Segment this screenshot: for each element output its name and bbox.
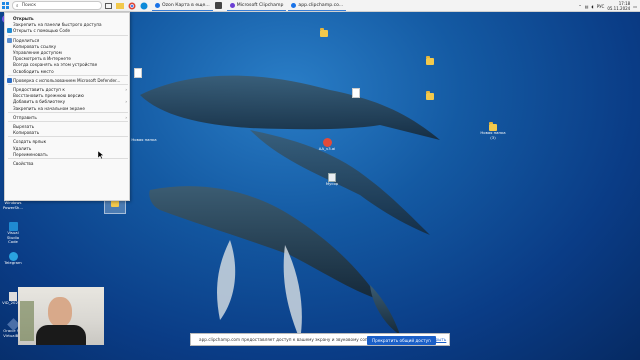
desktop-folder-new[interactable]: Новая папка (3) bbox=[478, 122, 508, 140]
task-label: Microsoft Clipchamp bbox=[236, 2, 284, 8]
menu-separator bbox=[8, 136, 128, 138]
clipchamp-icon bbox=[229, 2, 235, 8]
system-tray: ⌃ ▤ ◖ РУС 17:18 05.11.2024 ▭ bbox=[578, 0, 637, 12]
folder-icon bbox=[489, 122, 497, 131]
context-menu-item[interactable]: Проверка с использованием Microsoft Defe… bbox=[5, 77, 131, 84]
menu-separator bbox=[8, 111, 128, 113]
code-icon bbox=[7, 28, 12, 34]
desktop-file-white[interactable] bbox=[352, 88, 360, 98]
menu-separator bbox=[8, 84, 128, 85]
context-menu-item[interactable]: Закрепить на начальном экране bbox=[5, 105, 131, 112]
chevron-right-icon: › bbox=[125, 114, 127, 120]
taskbar-search[interactable]: ⌕ Поиск bbox=[12, 1, 102, 10]
context-menu-label: Отправить bbox=[13, 114, 37, 120]
desktop-folder-b[interactable] bbox=[426, 91, 434, 100]
context-menu-label: Копировать bbox=[13, 130, 40, 136]
context-menu-label: Открыть с помощью Code bbox=[13, 28, 71, 34]
menu-separator bbox=[8, 74, 128, 76]
context-menu-label: Свойства bbox=[13, 161, 34, 166]
desktop-folder-new2[interactable]: Новая папка bbox=[130, 137, 158, 143]
context-menu-item[interactable]: Открыть с помощью Code bbox=[5, 27, 131, 34]
language-indicator[interactable]: РУС bbox=[597, 4, 605, 9]
context-menu: Открыть Закрепить на панели быстрого дост… bbox=[4, 12, 130, 201]
clock-date: 05.11.2024 bbox=[607, 6, 631, 11]
context-menu-item[interactable]: Копировать bbox=[5, 129, 131, 136]
context-menu-label: Переименовать bbox=[13, 151, 48, 157]
folder-icon bbox=[426, 56, 434, 65]
context-menu-item[interactable]: Освободить место bbox=[5, 68, 131, 75]
context-menu-item[interactable]: Переименовать bbox=[5, 151, 131, 158]
search-placeholder: Поиск bbox=[21, 3, 37, 8]
stop-sharing-button[interactable]: Прекратить общий доступ bbox=[367, 336, 436, 345]
task-clipchamp[interactable]: Microsoft Clipchamp bbox=[226, 1, 287, 11]
person-body bbox=[36, 325, 86, 345]
task-ozon[interactable]: Ozon Карта в еще... bbox=[152, 1, 213, 11]
plant bbox=[20, 301, 34, 341]
search-icon: ⌕ bbox=[16, 3, 19, 9]
windows-start-icon[interactable] bbox=[0, 0, 10, 12]
menu-separator bbox=[8, 34, 128, 36]
desktop-ai-file[interactable]: AA_v3.ai bbox=[316, 138, 338, 152]
folder-icon bbox=[320, 28, 328, 37]
file-icon bbox=[352, 88, 360, 98]
chrome-icon bbox=[291, 2, 297, 8]
folder-icon bbox=[111, 198, 119, 207]
defender-icon bbox=[7, 77, 12, 83]
task-label: app.clipchamp.co... bbox=[298, 2, 344, 8]
file-icon bbox=[134, 68, 142, 78]
desktop-folder-a[interactable] bbox=[426, 56, 434, 65]
task-view-icon[interactable] bbox=[102, 0, 114, 12]
chrome-icon[interactable] bbox=[126, 0, 138, 12]
edge-icon[interactable] bbox=[138, 0, 150, 12]
taskbar: ⌕ Поиск Ozon Карта в еще... Microsoft Cl… bbox=[0, 0, 640, 12]
webcam-overlay bbox=[18, 287, 104, 345]
desktop: { "taskbar": { "search_placeholder": "По… bbox=[0, 0, 640, 360]
person-head bbox=[48, 297, 72, 327]
network-icon[interactable]: ▤ bbox=[585, 4, 589, 9]
volume-icon[interactable]: ◖ bbox=[592, 4, 594, 9]
context-menu-label: Освободить место bbox=[13, 68, 54, 74]
desktop-folder-top[interactable] bbox=[320, 28, 328, 37]
context-menu-item[interactable]: Отправить › bbox=[5, 114, 131, 121]
left-icon-vscode[interactable]: Visual Studio Code bbox=[2, 222, 24, 245]
menu-separator bbox=[8, 121, 128, 122]
notifications-icon[interactable]: ▭ bbox=[633, 4, 637, 9]
hide-link[interactable]: Скрыть bbox=[430, 337, 446, 342]
desktop-trash[interactable]: Мусор bbox=[322, 173, 342, 187]
mouse-cursor-icon bbox=[98, 151, 104, 159]
folder-icon bbox=[426, 91, 434, 100]
chrome-icon bbox=[155, 2, 160, 8]
screen-share-notification: app.clipchamp.com предоставляет доступ к… bbox=[190, 333, 450, 346]
context-menu-label: Проверка с использованием Microsoft Defe… bbox=[13, 77, 121, 83]
chevron-up-icon[interactable]: ⌃ bbox=[578, 4, 581, 9]
desktop-file-white2[interactable] bbox=[134, 68, 142, 78]
left-icon-telegram[interactable]: Telegram bbox=[2, 252, 24, 266]
menu-separator bbox=[8, 158, 128, 159]
context-menu-item[interactable]: Свойства bbox=[5, 160, 131, 167]
clock[interactable]: 17:18 05.11.2024 bbox=[607, 1, 630, 11]
task-label: Ozon Карта в еще... bbox=[162, 2, 210, 8]
app-icon[interactable] bbox=[213, 0, 225, 12]
context-menu-label: Закрепить на начальном экране bbox=[13, 105, 85, 111]
explorer-icon[interactable] bbox=[114, 0, 126, 12]
task-clipchamp-web[interactable]: app.clipchamp.co... bbox=[288, 1, 347, 11]
